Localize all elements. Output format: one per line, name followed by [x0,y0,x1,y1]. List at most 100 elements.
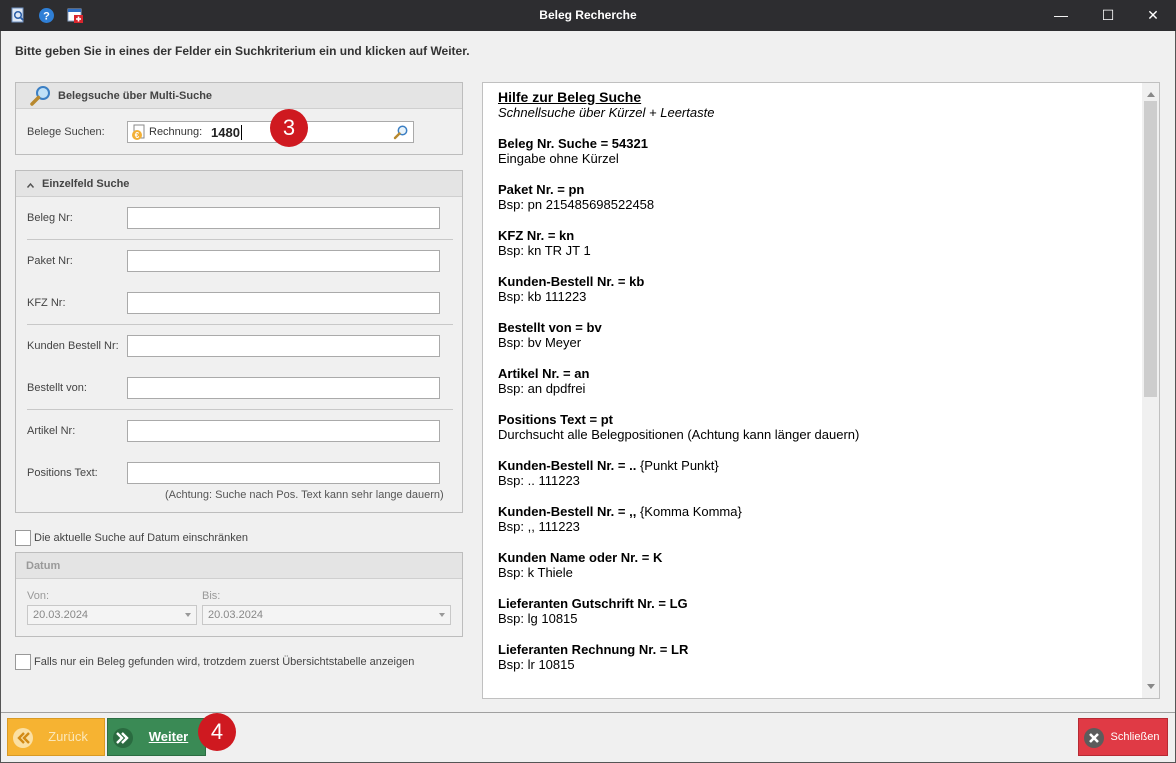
help-entry-heading: Kunden-Bestell Nr. = kb [498,274,1138,289]
help-entry-shortcut: Paket Nr. = pn [498,182,585,197]
help-entry-example: Bsp: lr 10815 [498,657,575,672]
help-content: Hilfe zur Beleg Suche Schnellsuche über … [498,89,1138,688]
help-entry: Paket Nr. = pn Bsp: pn 215485698522458 [498,182,1138,212]
help-entry-heading: Lieferanten Gutschrift Nr. = LG [498,596,1138,611]
help-entry-heading: Kunden-Bestell Nr. = .. {Punkt Punkt} [498,458,1138,473]
overview-checkbox[interactable] [15,654,31,670]
help-entry: Lieferanten Gutschrift Nr. = LG Bsp: lg 1… [498,596,1138,626]
from-label: Von: [27,590,50,602]
paket-nr-label: Paket Nr: [27,255,73,267]
help-entry-shortcut: Kunden-Bestell Nr. = .. [498,458,637,473]
artikel-nr-label: Artikel Nr: [27,425,76,437]
scroll-thumb[interactable] [1144,101,1157,397]
scroll-down-icon[interactable] [1147,681,1155,693]
to-date-value: 20.03.2024 [208,609,264,621]
kfz-nr-label: KFZ Nr: [27,297,66,309]
help-entry: Bestellt von = bv Bsp: bv Meyer [498,320,1138,350]
help-entry: Artikel Nr. = an Bsp: an dpdfrei [498,366,1138,396]
help-entry-heading: Beleg Nr. Suche = 54321 [498,136,1138,151]
help-entry-heading: Positions Text = pt [498,412,1138,427]
maximize-button[interactable]: ☐ [1085,0,1131,31]
help-entry-heading: Paket Nr. = pn [498,182,1138,197]
help-entry-shortcut: KFZ Nr. = kn [498,228,575,243]
footer-separator [1,712,1175,713]
from-date-value: 20.03.2024 [33,609,89,621]
help-entry-heading: Bestellt von = bv [498,320,1138,335]
help-title: Hilfe zur Beleg Suche [498,89,642,105]
help-subtitle: Schnellsuche über Kürzel + Leertaste [498,105,715,120]
help-entry-shortcut: Kunden-Bestell Nr. = kb [498,274,645,289]
positions-text-input[interactable] [127,462,440,484]
positions-text-label: Positions Text: [27,467,98,479]
step-badge-4: 4 [198,713,236,751]
single-search-title: Einzelfeld Suche [42,178,130,190]
from-date-select[interactable]: 20.03.2024 [27,605,197,625]
help-entry-example: Bsp: .. 111223 [498,473,580,488]
help-entry-note: {Komma Komma} [636,504,742,519]
back-button-label: Zurück [48,729,88,744]
to-date-select[interactable]: 20.03.2024 [202,605,451,625]
dropdown-arrow-icon [185,613,191,617]
help-entry: KFZ Nr. = kn Bsp: kn TR JT 1 [498,228,1138,258]
multi-search-title: Belegsuche über Multi-Suche [58,90,213,102]
help-entry: Kunden-Bestell Nr. = kb Bsp: kb 111223 [498,274,1138,304]
help-entry-example: Bsp: lg 10815 [498,611,578,626]
help-entry-shortcut: Artikel Nr. = an [498,366,590,381]
next-button[interactable]: Weiter [107,718,206,756]
minimize-button[interactable]: — [1038,0,1084,31]
double-chevron-right-icon [112,727,134,749]
date-filter-checkbox[interactable] [15,530,31,546]
paket-nr-input[interactable] [127,250,440,272]
back-button[interactable]: Zurück [7,718,105,756]
bestellt-von-label: Bestellt von: [27,382,87,394]
search-icon[interactable] [393,124,409,143]
help-entry-example: Bsp: pn 215485698522458 [498,197,655,212]
kunden-bestell-nr-label: Kunden Bestell Nr: [27,340,119,352]
kunden-bestell-nr-input[interactable] [127,335,440,357]
help-entry-example: Eingabe ohne Kürzel [498,151,619,166]
double-chevron-left-icon [12,727,34,749]
dropdown-arrow-icon [439,613,445,617]
date-filter-label: Die aktuelle Suche auf Datum einschränke… [34,532,249,544]
help-entry: Kunden-Bestell Nr. = ,, {Komma Komma} Bsp… [498,504,1138,534]
single-search-header[interactable]: Einzelfeld Suche [16,171,462,197]
positions-text-warning: (Achtung: Suche nach Pos. Text kann sehr… [165,489,444,501]
close-button-label: Schließen [1110,731,1160,743]
invoice-euro-icon: € [131,124,147,144]
help-entry: Lieferanten Rechnung Nr. = LR Bsp: lr 108… [498,642,1138,672]
help-panel[interactable]: Hilfe zur Beleg Suche Schnellsuche über … [482,82,1160,699]
help-entry-shortcut: Lieferanten Rechnung Nr. = LR [498,642,689,657]
multi-search-group: Belegsuche über Multi-Suche [15,82,463,155]
close-button[interactable]: Schließen [1078,718,1168,756]
help-entry-example: Bsp: kb 111223 [498,289,587,304]
help-entry: Kunden Name oder Nr. = K Bsp: k Thiele [498,550,1138,580]
artikel-nr-input[interactable] [127,420,440,442]
help-entry-heading: KFZ Nr. = kn [498,228,1138,243]
close-window-button[interactable]: ✕ [1130,0,1176,31]
separator [27,409,453,410]
help-entry-shortcut: Lieferanten Gutschrift Nr. = LG [498,596,688,611]
window-title: Beleg Recherche [539,8,637,22]
close-x-icon [1083,727,1105,749]
help-entry-example: Bsp: kn TR JT 1 [498,243,591,258]
magnifier-icon [29,84,53,111]
beleg-nr-input[interactable] [127,207,440,229]
beleg-nr-label: Beleg Nr: [27,212,73,224]
kfz-nr-input[interactable] [127,292,440,314]
help-entry-shortcut: Kunden Name oder Nr. = K [498,550,663,565]
help-scrollbar[interactable] [1142,83,1159,698]
scroll-up-icon[interactable] [1147,88,1155,100]
step-badge-3: 3 [270,109,308,147]
bestellt-von-input[interactable] [127,377,440,399]
date-header: Datum [16,553,462,579]
search-type-prefix: Rechnung: [149,126,203,138]
help-entry-heading: Lieferanten Rechnung Nr. = LR [498,642,1138,657]
title-bar: ? Beleg Recherche — ☐ ✕ [0,0,1176,31]
help-entry-example: Bsp: bv Meyer [498,335,582,350]
help-entry-shortcut: Beleg Nr. Suche = 54321 [498,136,648,151]
collapse-chevron-icon[interactable] [26,180,35,192]
help-entry-example: Bsp: ,, 111223 [498,519,580,534]
multi-search-value: 1480 [211,125,240,140]
help-entry-example: Durchsucht alle Belegpositionen (Achtung… [498,427,860,442]
text-cursor [241,125,242,140]
